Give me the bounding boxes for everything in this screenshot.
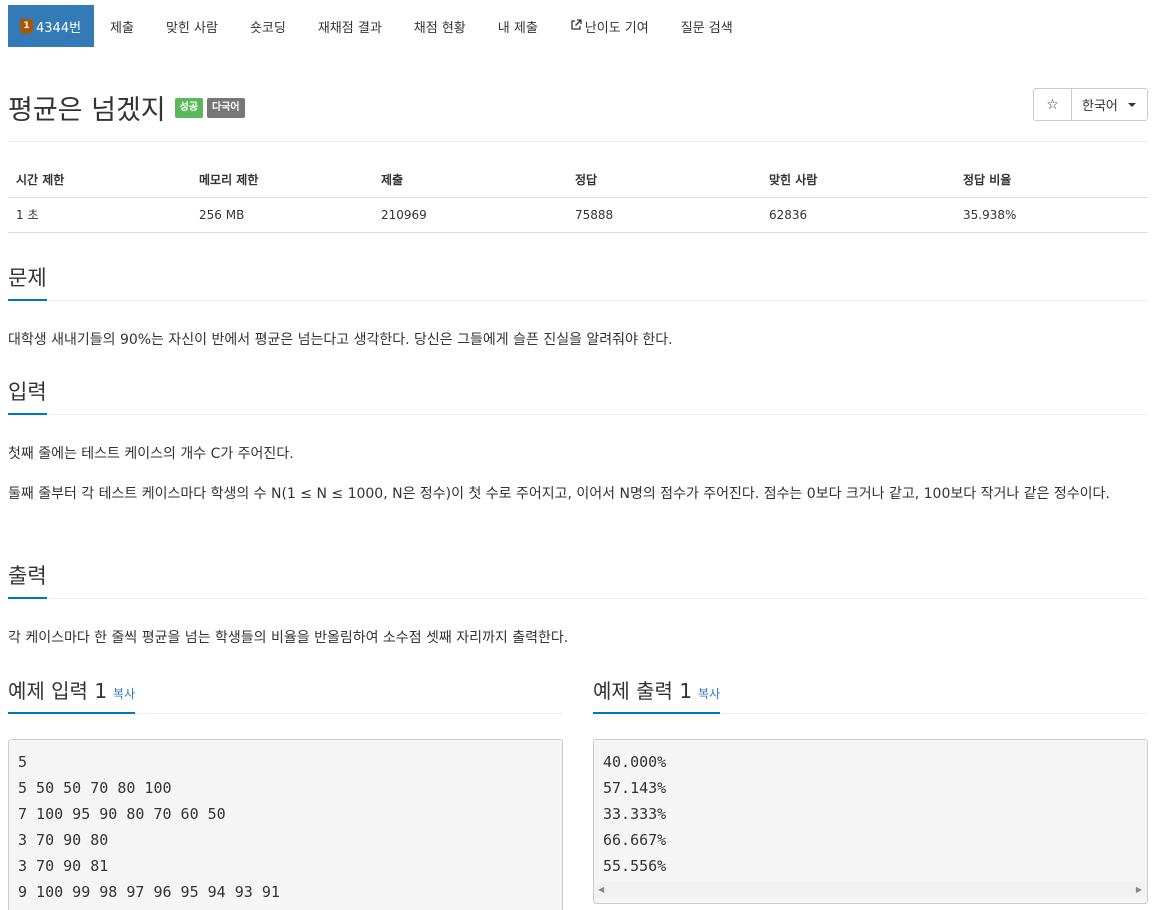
tab-status[interactable]: 채점 현황 [398, 5, 482, 47]
output-description: 각 케이스마다 한 줄씩 평균을 넘는 학생들의 비율을 반올림하여 소수점 셋… [8, 630, 569, 646]
tab-my-submissions[interactable]: 내 제출 [482, 5, 554, 47]
tab-solved-users[interactable]: 맞힌 사람 [150, 5, 234, 47]
scroll-right-icon[interactable]: ▶ [1136, 885, 1142, 894]
sample-output-box[interactable]: 40.000% 57.143% 33.333% 66.667% 55.556% [593, 739, 1148, 904]
table-header: 메모리 제한 [191, 162, 373, 198]
sample-output-header: 예제 출력 1 복사 [593, 676, 1148, 714]
sample-input-heading: 예제 입력 1 복사 [8, 676, 136, 714]
table-cell: 256 MB [191, 197, 373, 233]
tab-problem-label: 4344번 [36, 20, 82, 36]
tab-difficulty-label: 난이도 기여 [584, 20, 649, 36]
sample-input-title: 예제 입력 1 [8, 679, 108, 703]
section-input-title: 입력 [8, 377, 47, 415]
status-badge-multilang: 다국어 [207, 97, 245, 118]
sample-input-header: 예제 입력 1 복사 [8, 676, 563, 714]
copy-output-button[interactable]: 복사 [698, 687, 720, 701]
table-cell: 1 초 [8, 197, 191, 233]
table-cell: 35.938% [955, 197, 1148, 233]
table-header: 시간 제한 [8, 162, 191, 198]
tab-submit[interactable]: 제출 [94, 5, 150, 47]
section-output-header: 출력 [8, 561, 1148, 599]
sample-output-heading: 예제 출력 1 복사 [593, 676, 721, 714]
star-icon: ☆ [1046, 96, 1059, 113]
divider [8, 141, 1148, 142]
problem-nav: 1 4344번 제출 맞힌 사람 숏코딩 재채점 결과 채점 현황 내 제출 난… [8, 5, 749, 47]
section-problem-header: 문제 [8, 263, 1148, 301]
input-description-2: 둘째 줄부터 각 테스트 케이스마다 학생의 수 N(1 ≤ N ≤ 1000,… [8, 486, 1110, 502]
table-cell: 210969 [373, 197, 567, 233]
section-problem-title: 문제 [8, 263, 47, 301]
problem-info-table: 시간 제한 메모리 제한 제출 정답 맞힌 사람 정답 비율 1 초 256 M… [8, 162, 1148, 233]
problem-description: 대학생 새내기들의 90%는 자신이 반에서 평균은 넘는다고 생각한다. 당신… [8, 332, 673, 348]
language-selected: 한국어 [1082, 99, 1118, 114]
table-row: 1 초 256 MB 210969 75888 62836 35.938% [8, 197, 1148, 233]
tab-rejudge-result[interactable]: 재채점 결과 [302, 5, 398, 47]
table-header: 맞힌 사람 [761, 162, 955, 198]
input-description-1: 첫째 줄에는 테스트 케이스의 개수 C가 주어진다. [8, 446, 294, 462]
sample-output-title: 예제 출력 1 [593, 679, 693, 703]
tab-short-coding[interactable]: 숏코딩 [234, 5, 302, 47]
language-dropdown[interactable]: 한국어 [1071, 88, 1148, 121]
tier-bronze-icon: 1 [20, 18, 33, 34]
page-title: 평균은 넘겠지 [8, 95, 166, 126]
status-badge-success: 성공 [174, 97, 204, 118]
external-link-icon [570, 18, 582, 34]
tab-question-search[interactable]: 질문 검색 [665, 5, 749, 47]
caret-down-icon [1127, 102, 1136, 107]
table-header: 제출 [373, 162, 567, 198]
table-cell: 62836 [761, 197, 955, 233]
table-header: 정답 비율 [955, 162, 1148, 198]
tab-problem[interactable]: 1 4344번 [8, 5, 95, 47]
favorite-star-button[interactable]: ☆ [1033, 88, 1072, 121]
scroll-left-icon[interactable]: ◀ [598, 885, 604, 894]
copy-input-button[interactable]: 복사 [113, 687, 135, 701]
tab-difficulty-contribution[interactable]: 난이도 기여 [554, 5, 665, 47]
table-header-row: 시간 제한 메모리 제한 제출 정답 맞힌 사람 정답 비율 [8, 162, 1148, 198]
table-header: 정답 [567, 162, 761, 198]
sample-input-box[interactable]: 5 5 50 50 70 80 100 7 100 95 90 80 70 60… [8, 739, 563, 910]
sample-output-scrollbar[interactable]: ◀ ▶ [594, 882, 1146, 898]
section-output-title: 출력 [8, 561, 47, 599]
table-cell: 75888 [567, 197, 761, 233]
problem-title-row: 평균은 넘겠지 성공 다국어 [8, 88, 245, 127]
section-input-header: 입력 [8, 377, 1148, 415]
